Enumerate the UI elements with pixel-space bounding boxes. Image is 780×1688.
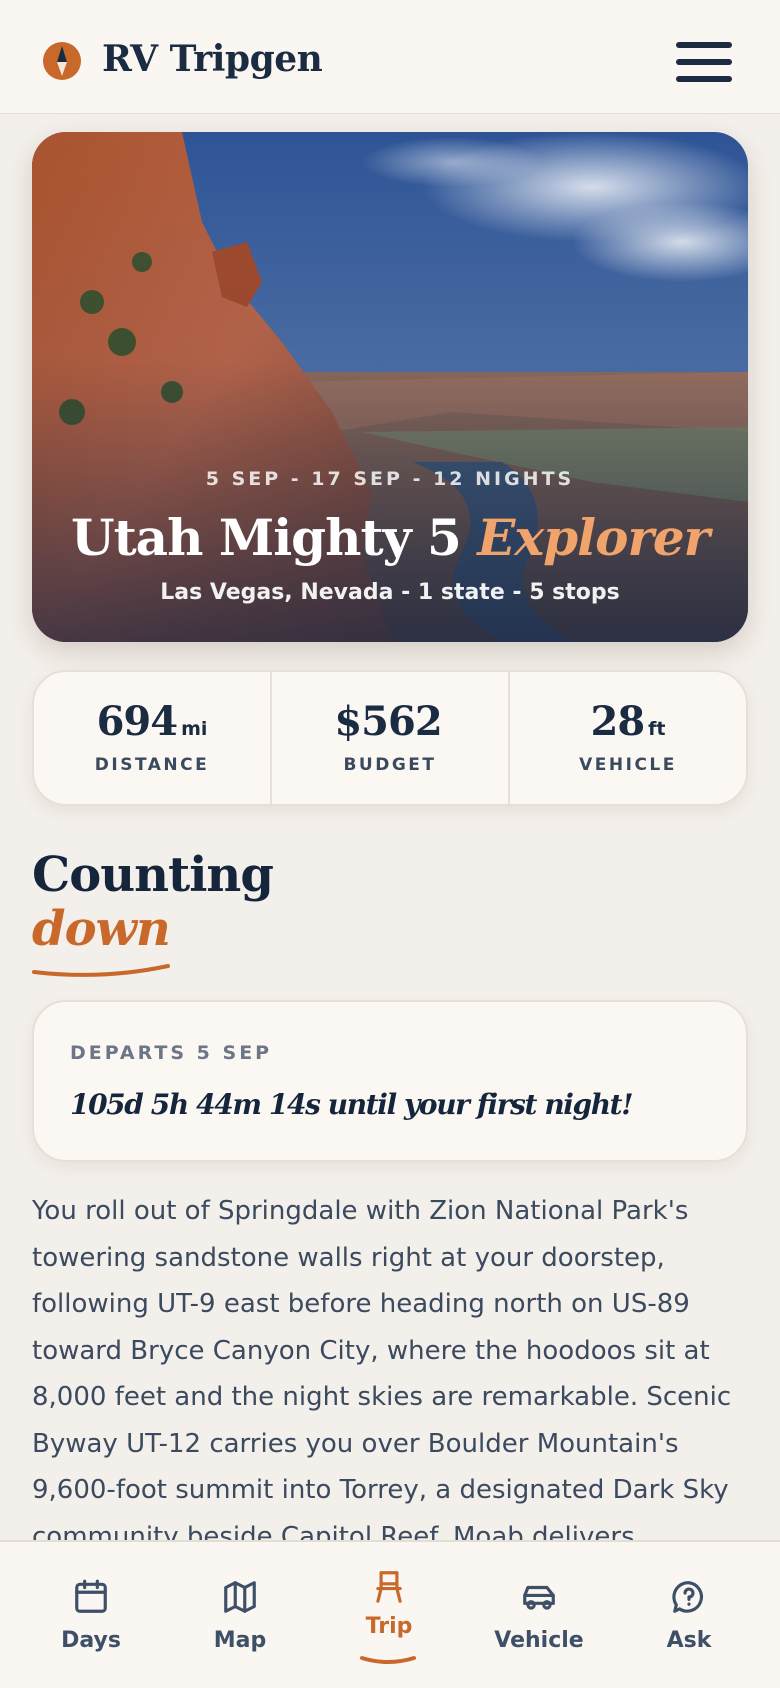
trip-title: Utah Mighty 5 Explorer — [32, 508, 748, 567]
countdown-timer: 105d 5h 44m 14s until your first night! — [70, 1088, 633, 1121]
title-underline — [32, 964, 170, 977]
hamburger-menu-icon[interactable] — [676, 42, 732, 82]
nav-days[interactable]: Days — [26, 1542, 156, 1688]
stat-value: 694 — [96, 698, 178, 745]
stat-unit: ft — [648, 718, 666, 740]
stat-label: VEHICLE — [579, 755, 677, 775]
trip-subtitle: Las Vegas, Nevada - 1 state - 5 stops — [160, 580, 620, 605]
trip-hero-card[interactable]: 5 SEP - 17 SEP - 12 NIGHTS Utah Mighty 5… — [32, 132, 748, 642]
trip-stats: 694 mi DISTANCE $562 BUDGET 28 ft VEHICLE — [32, 670, 748, 806]
nav-label: Map — [213, 1628, 267, 1653]
nav-label: Ask — [666, 1628, 712, 1653]
nav-label: Vehicle — [494, 1628, 584, 1653]
stat-distance: 694 mi DISTANCE — [34, 672, 272, 804]
bottom-nav: Days Map Trip Vehicle Ask — [0, 1540, 780, 1688]
trip-title-main: Utah Mighty 5 — [70, 508, 462, 567]
question-chat-icon — [672, 1581, 704, 1613]
section-title-accent: down — [32, 901, 171, 957]
app-header: RV Tripgen — [0, 0, 780, 114]
stat-budget: $562 BUDGET — [272, 672, 510, 804]
section-title: Counting down — [32, 847, 274, 957]
nav-label: Trip — [365, 1614, 413, 1639]
stat-unit: mi — [181, 718, 208, 740]
stat-vehicle: 28 ft VEHICLE — [510, 672, 746, 804]
trip-description: You roll out of Springdale with Zion Nat… — [32, 1196, 732, 1540]
trip-dates: 5 SEP - 17 SEP - 12 NIGHTS — [205, 468, 575, 490]
section-title-main: Counting — [32, 847, 274, 903]
stat-value: 28 — [590, 698, 645, 745]
active-tab-indicator — [360, 1656, 416, 1664]
compass-icon[interactable] — [42, 41, 82, 81]
depart-label: DEPARTS 5 SEP — [70, 1042, 273, 1064]
stat-label: BUDGET — [343, 755, 437, 775]
stat-value: $562 — [334, 698, 442, 745]
car-icon — [523, 1585, 555, 1610]
camp-chair-icon — [376, 1571, 402, 1603]
calendar-icon — [75, 1579, 107, 1613]
countdown-card: DEPARTS 5 SEP 105d 5h 44m 14s until your… — [32, 1000, 748, 1162]
trip-title-accent: Explorer — [477, 508, 710, 567]
brand-name[interactable]: RV Tripgen — [102, 38, 323, 80]
nav-map[interactable]: Map — [175, 1542, 305, 1688]
stat-label: DISTANCE — [94, 755, 210, 775]
nav-label: Days — [61, 1628, 121, 1653]
map-icon — [224, 1581, 256, 1613]
nav-ask[interactable]: Ask — [624, 1542, 754, 1688]
nav-vehicle[interactable]: Vehicle — [474, 1542, 604, 1688]
